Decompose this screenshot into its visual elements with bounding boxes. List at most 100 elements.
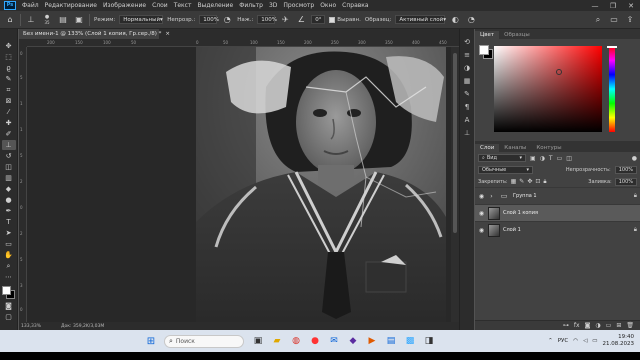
character-icon[interactable]: A [462, 115, 472, 124]
filter-adjust-icon[interactable]: ◑ [540, 155, 545, 162]
lock-artboard-icon[interactable]: ⊡ [535, 178, 540, 185]
layer-filter-select[interactable]: ⌕ Вид ▾ [478, 154, 526, 162]
eraser-tool-icon[interactable]: ◫ [2, 162, 16, 172]
menu-file[interactable]: Файл [19, 2, 42, 9]
hand-tool-icon[interactable]: ✋ [2, 250, 16, 260]
filter-pixel-icon[interactable]: ▣ [530, 155, 536, 162]
pressure-opacity-icon[interactable]: ◔ [221, 14, 233, 26]
screen-mode-icon[interactable]: ▢ [2, 312, 16, 322]
maximize-button[interactable]: ❐ [604, 2, 622, 10]
menu-image[interactable]: Изображение [100, 2, 149, 9]
volume-icon[interactable]: ◁ [583, 338, 587, 344]
blur-tool-icon[interactable]: ◆ [2, 184, 16, 194]
filter-type-icon[interactable]: T [549, 155, 553, 162]
lasso-tool-icon[interactable]: ϱ [2, 63, 16, 73]
menu-type[interactable]: Текст [171, 2, 195, 9]
eye-icon[interactable]: ◉ [478, 210, 485, 217]
tab-paths[interactable]: Контуры [531, 144, 566, 152]
search-icon[interactable]: ⌕ [592, 14, 604, 26]
menu-filter[interactable]: Фильтр [236, 2, 266, 9]
home-icon[interactable]: ⌂ [4, 14, 16, 26]
scrollbar-thumb[interactable] [453, 53, 457, 233]
language-indicator[interactable]: РУС [558, 338, 569, 344]
zoom-status[interactable]: 133,33% [21, 324, 41, 329]
paragraph-icon[interactable]: ¶ [462, 102, 472, 111]
color-swatches[interactable] [1, 286, 16, 300]
color-cursor[interactable] [556, 69, 562, 75]
tray-chevron-icon[interactable]: ⌃ [548, 338, 553, 344]
gradient-tool-icon[interactable]: ▥ [2, 173, 16, 183]
mode-select[interactable]: Нормальный ▾ [119, 15, 164, 24]
ignore-adjustment-icon[interactable]: ◐ [449, 14, 461, 26]
history-icon[interactable]: ⟲ [462, 37, 472, 46]
history-brush-tool-icon[interactable]: ↺ [2, 151, 16, 161]
filter-toggle-icon[interactable]: ● [632, 155, 637, 162]
menu-layers[interactable]: Слои [149, 2, 171, 9]
eye-icon[interactable]: ◉ [478, 227, 485, 234]
menu-help[interactable]: Справка [339, 2, 371, 9]
menu-edit[interactable]: Редактирование [42, 2, 100, 9]
link-layers-icon[interactable]: ⊶ [563, 322, 569, 329]
airbrush-icon[interactable]: ✈ [279, 14, 291, 26]
workspace-icon[interactable]: ▭ [608, 14, 620, 26]
photoshop-taskbar-icon[interactable]: ▩ [404, 335, 416, 347]
layer-row-copy[interactable]: ◉ Слой 1 копия [475, 204, 640, 221]
start-icon[interactable]: ⊞ [145, 335, 157, 347]
path-select-tool-icon[interactable]: ➤ [2, 228, 16, 238]
layer-opacity-field[interactable]: 100% [614, 166, 637, 174]
layer-name[interactable]: Слой 1 [503, 227, 631, 233]
taskbar-search[interactable]: ⌕ Поиск [164, 334, 244, 348]
tab-layers[interactable]: Слои [475, 144, 500, 152]
blend-mode-select[interactable]: Обычные ▾ [478, 166, 533, 174]
add-mask-icon[interactable]: ◙ [585, 322, 591, 329]
filter-shape-icon[interactable]: ▭ [557, 155, 563, 162]
shape-tool-icon[interactable]: ▭ [2, 239, 16, 249]
move-tool-icon[interactable]: ✥ [2, 41, 16, 51]
app-icon[interactable]: ◆ [347, 335, 359, 347]
more-tools-icon[interactable]: ⋯ [2, 272, 16, 282]
crop-tool-icon[interactable]: ⌗ [2, 85, 16, 95]
wifi-icon[interactable]: ◠ [573, 338, 578, 344]
fill-field[interactable]: 100% [614, 177, 637, 186]
brush-settings-icon[interactable]: ▤ [57, 14, 69, 26]
color-field[interactable] [494, 46, 602, 132]
marquee-tool-icon[interactable]: ⬚ [2, 52, 16, 62]
sample-select[interactable]: Активный слой ▾ [395, 15, 446, 24]
clone-stamp-tool-icon[interactable]: ⊥ [1, 140, 16, 150]
menu-select[interactable]: Выделение [194, 2, 236, 9]
document-size-status[interactable]: Док: 359,2K/3,03M [61, 324, 104, 329]
pressure-size-icon[interactable]: ◔ [465, 14, 477, 26]
close-tab-icon[interactable]: × [165, 31, 170, 37]
close-button[interactable]: ✕ [622, 2, 640, 10]
file-explorer-icon[interactable]: ▰ [271, 335, 283, 347]
menu-window[interactable]: Окно [317, 2, 339, 9]
menu-view[interactable]: Просмотр [280, 2, 317, 9]
new-group-icon[interactable]: ▭ [606, 322, 612, 329]
quick-mask-icon[interactable]: ◙ [2, 301, 16, 311]
new-layer-icon[interactable]: ⊞ [616, 322, 621, 329]
task-view-icon[interactable]: ▣ [252, 335, 264, 347]
dodge-tool-icon[interactable]: ● [2, 195, 16, 205]
layer-row-group[interactable]: ◉ › ▭ Группа 1 🔒︎ [475, 187, 640, 204]
eye-icon[interactable]: ◉ [478, 193, 485, 200]
clock[interactable]: 19:40 21.08.2023 [603, 334, 635, 348]
pen-tool-icon[interactable]: ✒ [2, 206, 16, 216]
delete-layer-icon[interactable]: 🗑︎ [626, 322, 634, 329]
photo-canvas[interactable] [196, 47, 446, 322]
hue-slider-handle[interactable] [607, 46, 617, 48]
tab-swatches[interactable]: Образцы [499, 31, 535, 39]
document-tab[interactable]: Без имени-1 @ 133% (Слой 1 копия, Гр.сер… [19, 29, 170, 39]
chrome-icon[interactable]: ◍ [290, 335, 302, 347]
zoom-tool-icon[interactable]: ⌕ [2, 261, 16, 271]
store-icon[interactable]: ▤ [385, 335, 397, 347]
lock-all-icon[interactable]: 🔒︎ [543, 178, 546, 186]
angle-field[interactable]: 0° [311, 15, 326, 24]
tab-color[interactable]: Цвет [475, 31, 500, 39]
lock-pixels-icon[interactable]: ✎ [519, 178, 524, 185]
battery-icon[interactable]: ▭ [592, 338, 597, 344]
menu-3d[interactable]: 3D [266, 2, 280, 9]
share-icon[interactable]: ⇪ [624, 14, 636, 26]
vertical-scrollbar[interactable] [451, 47, 459, 322]
aligned-checkbox[interactable]: Выравн. [329, 16, 361, 23]
brush-tool-icon[interactable]: ✐ [2, 129, 16, 139]
